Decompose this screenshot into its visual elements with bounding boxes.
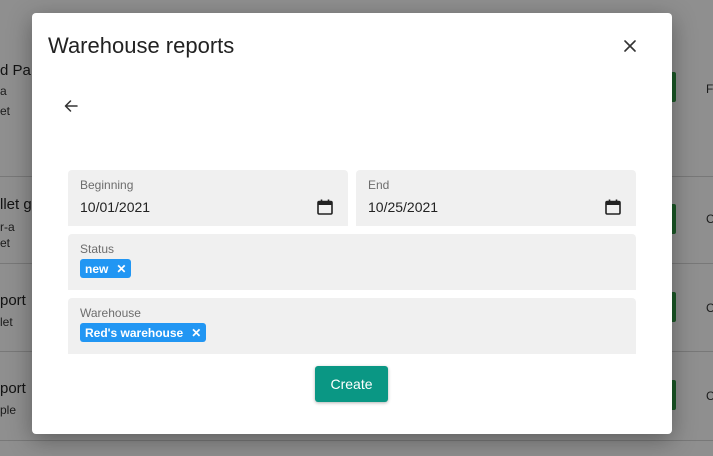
end-date-value[interactable]: 10/25/2021 [368, 199, 438, 215]
status-chip: new ✕ [80, 259, 132, 278]
dialog-title: Warehouse reports [48, 33, 235, 58]
status-field[interactable]: Status new ✕ [68, 234, 636, 290]
create-button[interactable]: Create [315, 366, 388, 402]
end-date-field[interactable]: End 10/25/2021 [356, 170, 636, 226]
end-date-label: End [368, 178, 390, 192]
warehouse-chip: Red's warehouse ✕ [80, 323, 207, 342]
close-button[interactable] [616, 32, 644, 60]
status-label: Status [80, 242, 115, 256]
arrow-left-icon [64, 100, 78, 112]
chip-remove-icon[interactable]: ✕ [191, 326, 201, 340]
calendar-icon[interactable] [604, 198, 622, 216]
warehouse-field[interactable]: Warehouse Red's warehouse ✕ [68, 298, 636, 354]
close-icon [624, 40, 636, 52]
warehouse-reports-dialog: Warehouse reports Beginning 10/01/2021 E… [32, 13, 672, 434]
chip-remove-icon[interactable]: ✕ [116, 262, 126, 276]
chip-label: Red's warehouse [85, 325, 184, 340]
beginning-date-field[interactable]: Beginning 10/01/2021 [68, 170, 348, 226]
calendar-icon[interactable] [316, 198, 334, 216]
back-button[interactable] [58, 93, 84, 119]
beginning-date-value[interactable]: 10/01/2021 [80, 199, 150, 215]
chip-label: new [85, 261, 109, 276]
beginning-date-label: Beginning [80, 178, 134, 192]
warehouse-label: Warehouse [80, 306, 141, 320]
